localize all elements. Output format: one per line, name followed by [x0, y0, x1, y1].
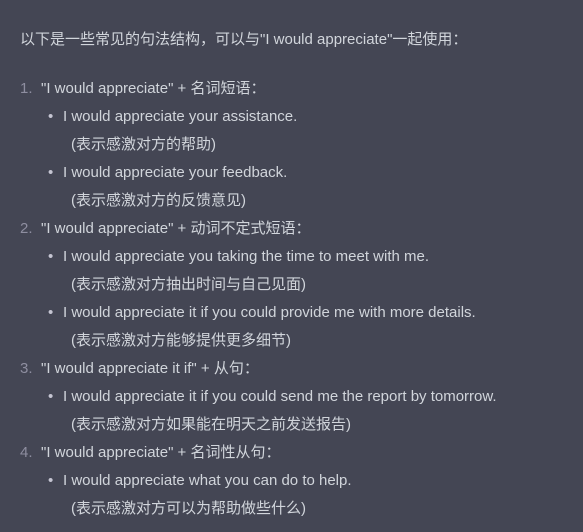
example-list: • I would appreciate you taking the time… [41, 243, 575, 355]
intro-text: 以下是一些常见的句法结构，可以与"I would appreciate"一起使用… [20, 31, 468, 48]
structure-item: 1. "I would appreciate" + 名词短语： • I woul… [20, 75, 575, 215]
example-translation: (表示感激对方抽出时间与自己见面) [71, 276, 306, 293]
bullet-icon: • [48, 108, 54, 125]
structure-heading: "I would appreciate" + 名词短语： [41, 80, 266, 97]
structure-item: 2. "I would appreciate" + 动词不定式短语： • I w… [20, 215, 575, 355]
example-sentence: I would appreciate your feedback. [63, 164, 288, 181]
example-sentence: I would appreciate what you can do to he… [63, 472, 352, 489]
bullet-icon: • [48, 304, 54, 321]
assistant-response: 以下是一些常见的句法结构，可以与"I would appreciate"一起使用… [20, 26, 575, 523]
example-translation: (表示感激对方的反馈意见) [71, 192, 246, 209]
structure-item: 3. "I would appreciate it if" + 从句： • I … [20, 355, 575, 439]
example-translation: (表示感激对方如果能在明天之前发送报告) [71, 416, 351, 433]
example-list: • I would appreciate what you can do to … [41, 467, 575, 523]
list-number: 4. [20, 444, 33, 461]
example-sentence: I would appreciate your assistance. [63, 108, 298, 125]
list-number: 1. [20, 80, 33, 97]
example-item: • I would appreciate it if you could sen… [41, 383, 575, 439]
structure-heading: "I would appreciate" + 动词不定式短语： [41, 220, 311, 237]
example-list: • I would appreciate it if you could sen… [41, 383, 575, 439]
example-translation: (表示感激对方可以为帮助做些什么) [71, 500, 306, 517]
list-number: 3. [20, 360, 33, 377]
bullet-icon: • [48, 248, 54, 265]
bullet-icon: • [48, 164, 54, 181]
example-sentence: I would appreciate it if you could provi… [63, 304, 476, 321]
example-sentence: I would appreciate it if you could send … [63, 388, 497, 405]
example-item: • I would appreciate your assistance. (表… [41, 103, 575, 159]
example-item: • I would appreciate it if you could pro… [41, 299, 575, 355]
example-translation: (表示感激对方能够提供更多细节) [71, 332, 291, 349]
bullet-icon: • [48, 388, 54, 405]
example-item: • I would appreciate you taking the time… [41, 243, 575, 299]
structure-heading: "I would appreciate" + 名词性从句： [41, 444, 281, 461]
example-item: • I would appreciate what you can do to … [41, 467, 575, 523]
example-sentence: I would appreciate you taking the time t… [63, 248, 430, 265]
example-item: • I would appreciate your feedback. (表示感… [41, 159, 575, 215]
structure-heading: "I would appreciate it if" + 从句： [41, 360, 259, 377]
structure-item: 4. "I would appreciate" + 名词性从句： • I wou… [20, 439, 575, 523]
structure-list: 1. "I would appreciate" + 名词短语： • I woul… [20, 75, 575, 523]
list-number: 2. [20, 220, 33, 237]
bullet-icon: • [48, 472, 54, 489]
example-list: • I would appreciate your assistance. (表… [41, 103, 575, 215]
example-translation: (表示感激对方的帮助) [71, 136, 216, 153]
